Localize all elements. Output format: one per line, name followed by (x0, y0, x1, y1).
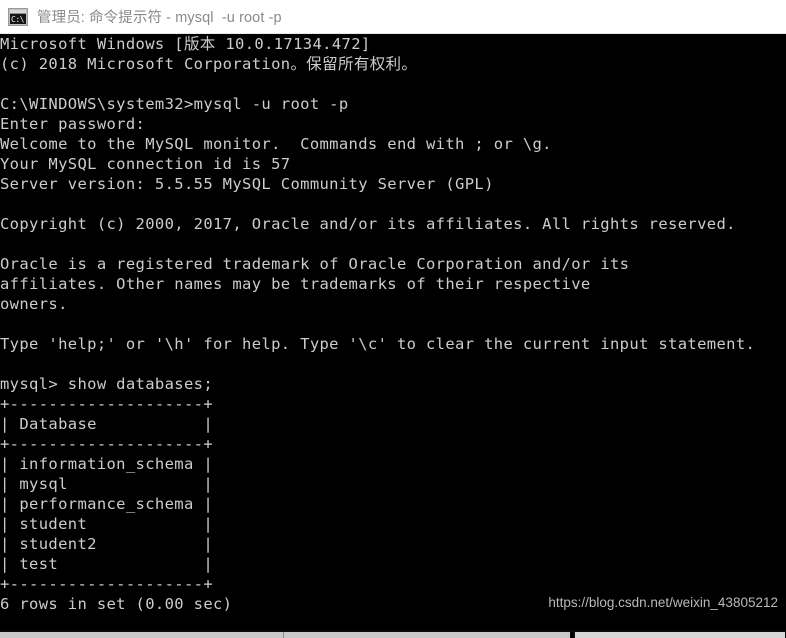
console-line: owners. (0, 295, 68, 313)
horizontal-scrollbar[interactable] (0, 630, 786, 638)
console-line: Your MySQL connection id is 57 (0, 155, 291, 173)
console-line: | student | (0, 515, 213, 533)
console-line: | information_schema | (0, 455, 213, 473)
console-line: | performance_schema | (0, 495, 213, 513)
cmd-icon-glyph: C:\ (10, 13, 26, 24)
scrollbar-thumb-right[interactable] (575, 632, 785, 638)
console-line: Microsoft Windows [版本 10.0.17134.472] (0, 35, 371, 53)
console-line: | mysql | (0, 475, 213, 493)
console-line: (c) 2018 Microsoft Corporation。保留所有权利。 (0, 55, 418, 73)
console-line: C:\WINDOWS\system32>mysql -u root -p (0, 95, 349, 113)
terminal-output-area[interactable]: Microsoft Windows [版本 10.0.17134.472] (c)… (0, 34, 786, 630)
scrollbar-thumb[interactable] (0, 632, 570, 638)
scrollbar-divider (283, 632, 284, 638)
console-line: mysql> show databases; (0, 375, 213, 393)
cmd-console-icon: C:\ (8, 7, 28, 26)
console-line: Type 'help;' or '\h' for help. Type '\c'… (0, 335, 756, 353)
console-line: +--------------------+ (0, 395, 213, 413)
cmd-window: C:\ 管理员: 命令提示符 - mysql -u root -p Micros… (0, 0, 786, 638)
console-line: +--------------------+ (0, 435, 213, 453)
console-line: | test | (0, 555, 213, 573)
watermark-url: https://blog.csdn.net/weixin_43805212 (548, 595, 778, 610)
console-line-list: Microsoft Windows [版本 10.0.17134.472] (c)… (0, 34, 786, 614)
console-line: | student2 | (0, 535, 213, 553)
console-line: Server version: 5.5.55 MySQL Community S… (0, 175, 494, 193)
console-line: | Database | (0, 415, 213, 433)
console-line: Oracle is a registered trademark of Orac… (0, 255, 630, 273)
console-line: Copyright (c) 2000, 2017, Oracle and/or … (0, 215, 736, 233)
console-line: affiliates. Other names may be trademark… (0, 275, 591, 293)
scrollbar-divider-right (571, 632, 573, 638)
window-titlebar[interactable]: C:\ 管理员: 命令提示符 - mysql -u root -p (0, 0, 786, 34)
console-line: +--------------------+ (0, 575, 213, 593)
console-line: Enter password: (0, 115, 146, 133)
window-title: 管理员: 命令提示符 - mysql -u root -p (37, 10, 282, 26)
console-line: Welcome to the MySQL monitor. Commands e… (0, 135, 552, 153)
